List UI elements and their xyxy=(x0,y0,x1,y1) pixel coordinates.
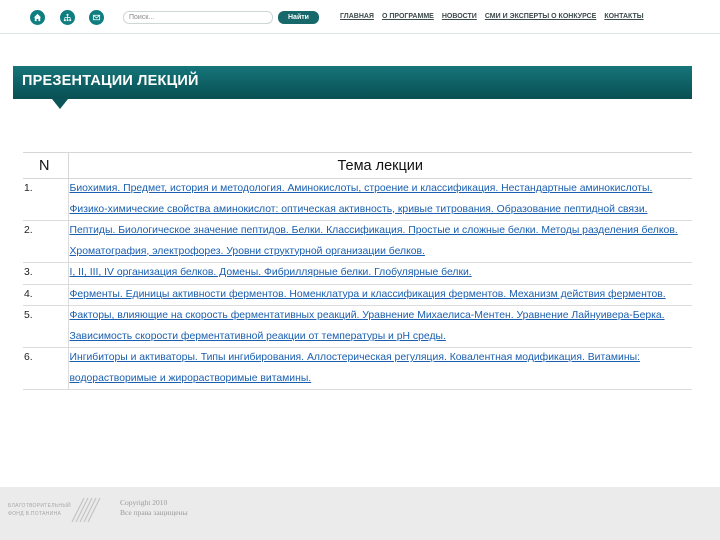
header-topic: Тема лекции xyxy=(68,152,692,179)
table-row: 6. Ингибиторы и активаторы. Типы ингибир… xyxy=(23,347,692,390)
lecture-link[interactable]: Биохимия. Предмет, история и методология… xyxy=(70,183,653,215)
footer: БЛАГОТВОРИТЕЛЬНЫЙ ФОНД В.ПОТАНИНА Copyri… xyxy=(0,487,720,540)
copyright: Copyright 2010 Все права защищены xyxy=(120,498,188,517)
table-row: 2. Пептиды. Биологическое значение пепти… xyxy=(23,220,692,263)
lecture-link[interactable]: Ферменты. Единицы активности ферментов. … xyxy=(70,289,666,300)
row-number: 5. xyxy=(23,305,69,348)
table-header-row: N Тема лекции xyxy=(23,152,692,179)
table-row: 5. Факторы, влияющие на скорость фермент… xyxy=(23,305,692,348)
lecture-link[interactable]: I, II, III, IV организация белков. Домен… xyxy=(70,267,472,278)
lectures-table: N Тема лекции 1. Биохимия. Предмет, исто… xyxy=(23,152,692,411)
logo-mark-icon xyxy=(71,497,101,523)
mail-icon[interactable] xyxy=(89,10,104,25)
row-number: 1. xyxy=(23,178,69,221)
logo-text: БЛАГОТВОРИТЕЛЬНЫЙ ФОНД В.ПОТАНИНА xyxy=(8,503,71,517)
row-number: 2. xyxy=(23,220,69,263)
lecture-link[interactable]: Факторы, влияющие на скорость ферментати… xyxy=(70,310,665,342)
table-fade xyxy=(23,400,692,412)
row-number: 6. xyxy=(23,347,69,390)
lecture-link[interactable]: Ингибиторы и активаторы. Типы ингибирова… xyxy=(70,352,640,384)
top-bar: Найти ГЛАВНАЯ О ПРОГРАММЕ НОВОСТИ СМИ И … xyxy=(0,0,720,34)
sitemap-icon[interactable] xyxy=(60,10,75,25)
search-input[interactable] xyxy=(123,11,273,24)
nav-about-program[interactable]: О ПРОГРАММЕ xyxy=(382,13,434,20)
row-number: 4. xyxy=(23,284,69,306)
search-button[interactable]: Найти xyxy=(278,11,319,24)
row-number: 3. xyxy=(23,262,69,285)
lecture-link[interactable]: Пептиды. Биологическое значение пептидов… xyxy=(70,225,678,257)
table-row: 3. I, II, III, IV организация белков. До… xyxy=(23,262,692,285)
nav-home[interactable]: ГЛАВНАЯ xyxy=(340,13,374,20)
header-number: N xyxy=(23,152,69,179)
nav-media-experts[interactable]: СМИ И ЭКСПЕРТЫ О КОНКУРСЕ xyxy=(485,13,597,20)
table-row: 1. Биохимия. Предмет, история и методоло… xyxy=(23,178,692,221)
table-row: 4. Ферменты. Единицы активности ферменто… xyxy=(23,284,692,306)
nav-contacts[interactable]: КОНТАКТЫ xyxy=(604,13,643,20)
home-icon[interactable] xyxy=(30,10,45,25)
foundation-logo[interactable]: БЛАГОТВОРИТЕЛЬНЫЙ ФОНД В.ПОТАНИНА xyxy=(8,495,103,525)
main-nav: ГЛАВНАЯ О ПРОГРАММЕ НОВОСТИ СМИ И ЭКСПЕР… xyxy=(340,13,644,20)
page-title: ПРЕЗЕНТАЦИИ ЛЕКЦИЙ xyxy=(22,73,199,89)
nav-news[interactable]: НОВОСТИ xyxy=(442,13,477,20)
banner-pointer xyxy=(52,99,68,109)
title-banner: ПРЕЗЕНТАЦИИ ЛЕКЦИЙ xyxy=(13,66,692,99)
